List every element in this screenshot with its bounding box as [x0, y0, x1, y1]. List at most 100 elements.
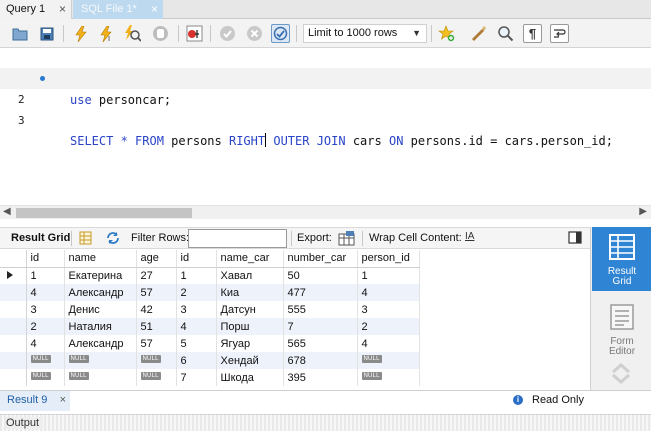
limit-rows-select[interactable]: Limit to 1000 rows ▼ — [303, 24, 427, 43]
table-cell[interactable]: NULL — [136, 352, 177, 369]
table-cell[interactable]: 2 — [26, 318, 65, 335]
row-header[interactable] — [0, 284, 27, 301]
table-row[interactable]: 3 Денис 42 3 Датсун 555 3 — [0, 301, 420, 318]
table-cell[interactable]: Киа — [216, 284, 284, 301]
table-cell[interactable]: 27 — [136, 267, 177, 284]
column-header[interactable]: age — [136, 250, 177, 268]
table-cell[interactable]: 678 — [283, 352, 358, 369]
table-cell[interactable]: Александр — [64, 335, 137, 352]
tab-close-icon[interactable]: × — [60, 391, 66, 410]
table-cell[interactable]: NULL — [357, 352, 420, 369]
table-cell[interactable]: 7 — [283, 318, 358, 335]
table-cell[interactable]: 2 — [176, 284, 217, 301]
table-cell[interactable]: Денис — [64, 301, 137, 318]
explain-icon[interactable] — [123, 24, 142, 43]
execute-icon[interactable] — [71, 24, 90, 43]
result-grid-view-button[interactable]: Result Grid — [592, 227, 651, 291]
table-cell[interactable]: NULL — [26, 369, 65, 386]
scroll-right-icon[interactable]: ▶ — [639, 206, 647, 217]
table-cell[interactable]: 50 — [283, 267, 358, 284]
sql-editor[interactable]: 1 use personcar; 2 SELECT * FROM persons… — [0, 48, 651, 205]
table-cell[interactable]: Наталия — [64, 318, 137, 335]
table-cell[interactable]: 4 — [357, 284, 420, 301]
row-header[interactable] — [0, 267, 27, 284]
table-cell[interactable]: Шкода — [216, 369, 284, 386]
row-header[interactable] — [0, 335, 27, 352]
column-header[interactable]: name — [64, 250, 137, 268]
table-cell[interactable]: 3 — [26, 301, 65, 318]
bookmark-star-icon[interactable] — [437, 24, 456, 43]
table-cell[interactable]: Ягуар — [216, 335, 284, 352]
rollback-icon[interactable] — [245, 24, 264, 43]
table-cell[interactable]: 3 — [176, 301, 217, 318]
table-cell[interactable]: 2 — [357, 318, 420, 335]
export-icon[interactable] — [338, 231, 355, 249]
table-row[interactable]: 2 Наталия 51 4 Порш 7 2 — [0, 318, 420, 335]
table-cell[interactable]: 57 — [136, 284, 177, 301]
stop-icon[interactable] — [151, 24, 170, 43]
scroll-left-icon[interactable]: ◀ — [3, 206, 11, 217]
table-cell[interactable]: Хендай — [216, 352, 284, 369]
column-header[interactable]: number_car — [283, 250, 358, 268]
table-cell[interactable]: Датсун — [216, 301, 284, 318]
refresh-icon[interactable] — [105, 231, 121, 248]
commit-icon[interactable] — [218, 24, 237, 43]
toggle-side-panel-icon[interactable] — [568, 231, 582, 247]
table-cell[interactable]: NULL — [64, 352, 137, 369]
table-cell[interactable]: Хавал — [216, 267, 284, 284]
column-header[interactable]: id — [26, 250, 65, 268]
table-cell[interactable]: 42 — [136, 301, 177, 318]
save-icon[interactable] — [37, 24, 56, 43]
table-row[interactable]: 1 Екатерина 27 1 Хавал 50 1 — [0, 267, 420, 284]
table-cell[interactable]: 4 — [176, 318, 217, 335]
table-cell[interactable]: 3 — [357, 301, 420, 318]
row-header[interactable] — [0, 352, 27, 369]
table-cell[interactable]: 5 — [176, 335, 217, 352]
find-icon[interactable] — [496, 24, 515, 43]
table-cell[interactable]: NULL — [26, 352, 65, 369]
table-cell[interactable]: 555 — [283, 301, 358, 318]
table-cell[interactable]: NULL — [136, 369, 177, 386]
table-cell[interactable]: 1 — [26, 267, 65, 284]
column-header[interactable]: person_id — [357, 250, 420, 268]
beautify-icon[interactable] — [469, 24, 488, 43]
table-cell[interactable]: NULL — [64, 369, 137, 386]
autocommit-icon[interactable] — [271, 24, 290, 43]
table-cell[interactable]: 565 — [283, 335, 358, 352]
execute-current-icon[interactable]: I — [97, 24, 116, 43]
row-header[interactable] — [0, 369, 27, 386]
tab-close-icon[interactable]: × — [151, 0, 158, 18]
table-row[interactable]: NULL NULL NULL 6 Хендай 678 NULL — [0, 352, 420, 369]
tab-result-9[interactable]: Result 9 × — [0, 391, 70, 411]
row-header[interactable] — [0, 318, 27, 335]
column-header[interactable]: name_car — [216, 250, 284, 268]
table-cell[interactable]: 57 — [136, 335, 177, 352]
table-cell[interactable]: Екатерина — [64, 267, 137, 284]
scrollbar-thumb[interactable] — [16, 208, 192, 218]
table-row[interactable]: 4 Александр 57 5 Ягуар 565 4 — [0, 335, 420, 352]
table-cell[interactable]: 6 — [176, 352, 217, 369]
table-cell[interactable]: 4 — [357, 335, 420, 352]
scroll-down-icon[interactable] — [611, 373, 631, 388]
table-row[interactable]: 4 Александр 57 2 Киа 477 4 — [0, 284, 420, 301]
table-cell[interactable]: 51 — [136, 318, 177, 335]
folder-open-icon[interactable] — [11, 24, 30, 43]
table-cell[interactable]: Порш — [216, 318, 284, 335]
grid-view-icon[interactable] — [79, 231, 92, 248]
wrap-cell-icon[interactable]: IA — [465, 231, 474, 242]
result-grid[interactable]: id name age id name_car number_car perso… — [0, 250, 590, 390]
filter-rows-input[interactable] — [188, 229, 287, 248]
table-cell[interactable]: Александр — [64, 284, 137, 301]
invisible-chars-icon[interactable]: ¶ — [523, 24, 542, 43]
form-editor-view-button[interactable]: Form Editor — [592, 297, 651, 361]
tab-close-icon[interactable]: × — [59, 0, 66, 18]
table-cell[interactable]: 477 — [283, 284, 358, 301]
table-cell[interactable]: 1 — [176, 267, 217, 284]
table-cell[interactable]: 7 — [176, 369, 217, 386]
output-panel-header[interactable]: Output — [0, 414, 651, 431]
table-cell[interactable]: 4 — [26, 335, 65, 352]
row-header[interactable] — [0, 301, 27, 318]
table-cell[interactable]: 4 — [26, 284, 65, 301]
tab-query-1[interactable]: Query 1 × — [0, 0, 72, 19]
table-cell[interactable]: 395 — [283, 369, 358, 386]
